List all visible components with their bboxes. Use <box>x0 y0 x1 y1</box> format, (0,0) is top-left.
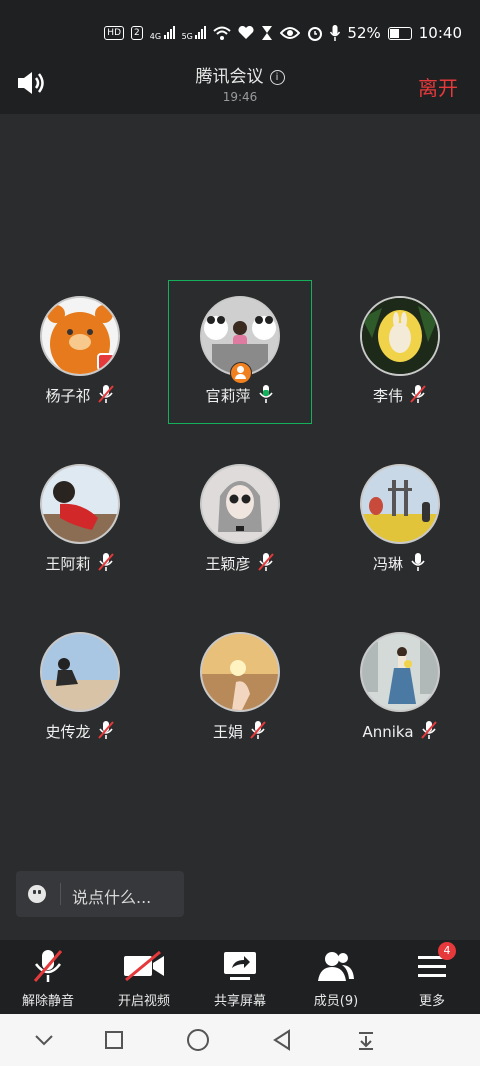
video-off-icon <box>124 951 164 981</box>
mic-active-icon <box>258 385 273 403</box>
alarm-icon <box>308 27 323 41</box>
sunset-avatar-image <box>202 634 278 710</box>
unmute-button[interactable]: 解除静音 <box>0 940 96 1014</box>
mic-muted-icon <box>97 721 114 739</box>
participant-tile[interactable]: 冯琳 <box>328 448 472 592</box>
notification-badge: 4 <box>438 942 456 960</box>
mic-muted-icon <box>410 385 426 403</box>
participant-tile[interactable]: Annika <box>328 616 472 760</box>
meeting-title: 腾讯会议 <box>195 67 264 87</box>
participant-name: 官莉萍 <box>205 387 251 405</box>
emoji-icon[interactable] <box>28 885 46 903</box>
participant-tile-active-speaker[interactable]: 官莉萍 <box>168 280 312 424</box>
share-screen-label: 共享屏幕 <box>213 994 266 1009</box>
mic-muted-icon <box>97 553 114 571</box>
collapse-nav-button[interactable] <box>24 1024 64 1056</box>
participant-tile[interactable]: 史传龙 <box>8 616 152 760</box>
avatar <box>360 296 440 376</box>
chevron-down-icon <box>35 1035 53 1046</box>
avatar <box>40 632 120 712</box>
participant-name: 冯琳 <box>372 555 403 573</box>
participant-name: 史传龙 <box>45 723 91 741</box>
child-avatar-image <box>42 466 118 542</box>
members-button[interactable]: 成员(9) <box>288 940 384 1014</box>
more-button[interactable]: 4 更多 <box>384 940 480 1014</box>
participant-tile[interactable]: 王阿莉 <box>8 448 152 592</box>
unmute-label: 解除静音 <box>21 994 74 1009</box>
avatar <box>40 464 120 544</box>
leave-button[interactable]: 离开 <box>418 72 458 101</box>
woman-avatar-image <box>362 634 438 710</box>
participant-tile[interactable]: 杨子祁 <box>8 280 152 424</box>
meeting-header: 腾讯会议 i 19:46 离开 <box>0 56 480 114</box>
participant-name: 王颖彦 <box>205 555 251 573</box>
girl-avatar-image <box>202 466 278 542</box>
participant-tile[interactable]: 李伟 <box>328 280 472 424</box>
members-label: 成员(9) <box>313 994 359 1009</box>
mic-muted-icon <box>250 721 266 739</box>
avatar <box>40 296 120 376</box>
hd-indicator: HD <box>104 26 124 40</box>
meeting-duration: 19:46 <box>222 90 258 104</box>
chat-placeholder: 说点什么... <box>72 888 152 907</box>
eye-icon <box>280 27 301 39</box>
bear-avatar-image <box>47 305 115 374</box>
divider <box>60 883 61 905</box>
participant-tile[interactable]: 王娟 <box>168 616 312 760</box>
wifi-icon <box>213 26 232 40</box>
hourglass-icon <box>262 26 273 40</box>
home-button[interactable] <box>178 1024 218 1056</box>
mic-muted-icon <box>97 385 114 403</box>
info-icon[interactable]: i <box>269 70 285 85</box>
battery-percent: 52% <box>347 24 381 42</box>
net-type-label: 4G <box>149 31 162 41</box>
battery-icon <box>387 26 412 40</box>
clock: 10:40 <box>418 24 462 42</box>
signal-4g-icon: 4G <box>149 25 175 41</box>
avatar <box>200 632 280 712</box>
start-video-label: 开启视频 <box>117 994 170 1009</box>
more-label: 更多 <box>418 994 445 1009</box>
landscape-avatar-image <box>362 466 438 542</box>
members-icon <box>318 952 354 981</box>
share-screen-icon <box>224 952 256 980</box>
participant-name: 杨子祁 <box>45 387 91 405</box>
sim-indicator: 2 <box>131 26 143 40</box>
start-video-button[interactable]: 开启视频 <box>96 940 192 1014</box>
mic-on-icon <box>411 553 425 571</box>
notification-pull-button[interactable] <box>346 1024 386 1056</box>
participant-name: Annika <box>362 723 414 741</box>
back-button[interactable] <box>262 1024 302 1056</box>
avatar <box>200 464 280 544</box>
triangle-back-icon <box>273 1029 290 1051</box>
avatar <box>360 464 440 544</box>
net-type-label: 5G <box>181 31 193 41</box>
pull-down-icon <box>359 1032 373 1050</box>
signal-5g-icon: 5G <box>181 25 207 41</box>
heart-icon <box>238 26 254 39</box>
share-screen-button[interactable]: 共享屏幕 <box>192 940 288 1014</box>
circle-icon <box>187 1029 209 1051</box>
status-bar: HD 2 4G 5G 52% 10:40 <box>0 0 480 56</box>
host-badge-icon <box>230 362 252 384</box>
system-nav-bar <box>0 1014 480 1066</box>
chat-input[interactable]: 说点什么... <box>16 871 184 917</box>
square-icon <box>105 1031 123 1049</box>
bottom-toolbar: 解除静音 开启视频 共享屏幕 成员(9) 4 更多 <box>0 940 480 1014</box>
avatar <box>360 632 440 712</box>
mic-status-icon <box>330 25 341 41</box>
beach-avatar-image <box>42 634 118 710</box>
recents-button[interactable] <box>94 1024 134 1056</box>
mic-muted-icon <box>257 553 274 571</box>
rabbit-avatar-image <box>362 298 438 374</box>
mic-muted-icon <box>420 721 437 739</box>
participant-name: 王阿莉 <box>45 555 91 573</box>
mic-muted-icon <box>33 950 63 982</box>
participant-name: 王娟 <box>212 723 243 741</box>
participant-name: 李伟 <box>372 387 403 405</box>
participant-tile[interactable]: 王颖彦 <box>168 448 312 592</box>
